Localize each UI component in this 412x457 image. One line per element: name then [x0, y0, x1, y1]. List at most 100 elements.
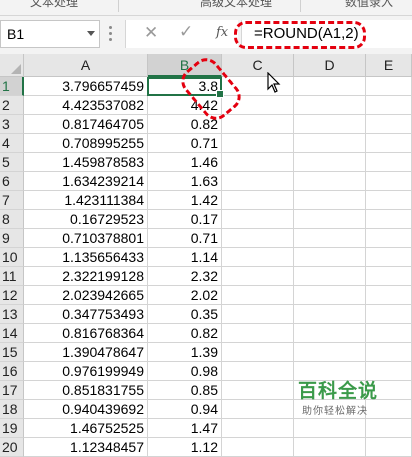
row-header[interactable]: 11: [0, 267, 24, 286]
cell-d[interactable]: [294, 305, 366, 324]
cell-e[interactable]: [366, 305, 412, 324]
cell-b[interactable]: 1.39: [148, 343, 222, 362]
cell-c[interactable]: [222, 191, 294, 210]
cell-b[interactable]: 0.94: [148, 400, 222, 419]
cell-a[interactable]: 4.423537082: [24, 96, 148, 115]
cell-b[interactable]: 0.85: [148, 381, 222, 400]
cell-e[interactable]: [366, 267, 412, 286]
cell-b[interactable]: 0.35: [148, 305, 222, 324]
cell-c[interactable]: [222, 172, 294, 191]
cell-c[interactable]: [222, 267, 294, 286]
cell-d[interactable]: [294, 343, 366, 362]
cell-d[interactable]: [294, 419, 366, 438]
cell-a[interactable]: 1.423111384: [24, 191, 148, 210]
row-header[interactable]: 7: [0, 191, 24, 210]
row-header[interactable]: 14: [0, 324, 24, 343]
cell-e[interactable]: [366, 419, 412, 438]
row-header[interactable]: 20: [0, 438, 24, 457]
cell-a[interactable]: 0.347753493: [24, 305, 148, 324]
column-header-a[interactable]: A: [24, 54, 148, 77]
cell-a[interactable]: 0.16729523: [24, 210, 148, 229]
cell-c[interactable]: [222, 134, 294, 153]
cell-d[interactable]: [294, 324, 366, 343]
cell-e[interactable]: [366, 77, 412, 96]
ribbon-group-number-entry[interactable]: 数值录入: [345, 0, 393, 10]
cell-a[interactable]: 1.459878583: [24, 153, 148, 172]
cell-a[interactable]: 1.135656433: [24, 248, 148, 267]
cell-e[interactable]: [366, 134, 412, 153]
cell-a[interactable]: 2.322199128: [24, 267, 148, 286]
cell-c[interactable]: [222, 419, 294, 438]
cell-e[interactable]: [366, 248, 412, 267]
row-header[interactable]: 15: [0, 343, 24, 362]
cell-c[interactable]: [222, 438, 294, 457]
row-header[interactable]: 12: [0, 286, 24, 305]
cell-d[interactable]: [294, 267, 366, 286]
row-header[interactable]: 5: [0, 153, 24, 172]
cell-a[interactable]: 1.12348457: [24, 438, 148, 457]
cell-d[interactable]: [294, 191, 366, 210]
cell-c[interactable]: [222, 248, 294, 267]
ribbon-group-advanced-text[interactable]: 高级文本处理: [200, 0, 272, 10]
cell-c[interactable]: [222, 210, 294, 229]
cell-d[interactable]: [294, 248, 366, 267]
row-header[interactable]: 16: [0, 362, 24, 381]
cell-c[interactable]: [222, 229, 294, 248]
cell-b[interactable]: 1.42: [148, 191, 222, 210]
cell-e[interactable]: [366, 210, 412, 229]
row-header[interactable]: 17: [0, 381, 24, 400]
cell-b[interactable]: 1.46: [148, 153, 222, 172]
ribbon-group-text-processing[interactable]: 文本处理: [30, 0, 78, 10]
row-header[interactable]: 9: [0, 229, 24, 248]
cell-a[interactable]: 1.390478647: [24, 343, 148, 362]
cell-a[interactable]: 0.817464705: [24, 115, 148, 134]
cell-a[interactable]: 1.634239214: [24, 172, 148, 191]
cell-c[interactable]: [222, 286, 294, 305]
cell-b[interactable]: 1.14: [148, 248, 222, 267]
column-header-c[interactable]: C: [222, 54, 294, 77]
cell-e[interactable]: [366, 172, 412, 191]
cell-b[interactable]: 1.63: [148, 172, 222, 191]
row-header[interactable]: 18: [0, 400, 24, 419]
cell-a[interactable]: 1.46752525: [24, 419, 148, 438]
column-header-e[interactable]: E: [366, 54, 412, 77]
cell-b[interactable]: 1.47: [148, 419, 222, 438]
cell-b[interactable]: 0.98: [148, 362, 222, 381]
cell-d[interactable]: [294, 229, 366, 248]
cell-d[interactable]: [294, 172, 366, 191]
cell-b[interactable]: 2.02: [148, 286, 222, 305]
chevron-down-icon[interactable]: [87, 31, 95, 36]
cell-d[interactable]: [294, 286, 366, 305]
cell-e[interactable]: [366, 153, 412, 172]
cell-b[interactable]: 0.82: [148, 324, 222, 343]
cell-d[interactable]: [294, 210, 366, 229]
cell-b[interactable]: 1.12: [148, 438, 222, 457]
cell-c[interactable]: [222, 305, 294, 324]
cell-e[interactable]: [366, 115, 412, 134]
cell-e[interactable]: [366, 229, 412, 248]
cell-a[interactable]: 2.023942665: [24, 286, 148, 305]
cell-b[interactable]: 0.71: [148, 229, 222, 248]
cell-a[interactable]: 0.940439692: [24, 400, 148, 419]
row-header[interactable]: 6: [0, 172, 24, 191]
cell-c[interactable]: [222, 153, 294, 172]
row-header[interactable]: 4: [0, 134, 24, 153]
row-header[interactable]: 2: [0, 96, 24, 115]
cell-e[interactable]: [366, 286, 412, 305]
column-header-d[interactable]: D: [294, 54, 366, 77]
cell-a[interactable]: 0.976199949: [24, 362, 148, 381]
cell-e[interactable]: [366, 191, 412, 210]
cell-b[interactable]: 0.71: [148, 134, 222, 153]
cell-a[interactable]: 0.816768364: [24, 324, 148, 343]
check-icon[interactable]: ✓: [179, 22, 193, 42]
cell-d[interactable]: [294, 153, 366, 172]
row-header[interactable]: 8: [0, 210, 24, 229]
row-header[interactable]: 3: [0, 115, 24, 134]
cell-e[interactable]: [366, 438, 412, 457]
cell-d[interactable]: [294, 438, 366, 457]
cancel-x-icon[interactable]: ✕: [144, 23, 158, 43]
cell-a[interactable]: 3.796657459: [24, 77, 148, 96]
name-box[interactable]: B1: [0, 20, 100, 48]
cell-e[interactable]: [366, 343, 412, 362]
cell-b[interactable]: 2.32: [148, 267, 222, 286]
